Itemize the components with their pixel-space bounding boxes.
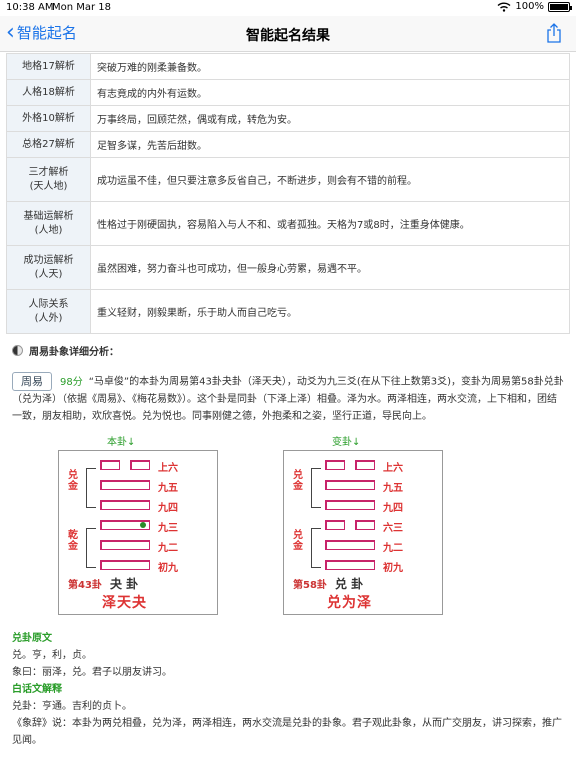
zhouyi-score: 98分 [60,376,83,388]
bian-lower-bracket [311,528,321,568]
bian-line-name: 六三 [383,523,403,534]
ben-line-name: 九四 [158,503,178,514]
bian-line-yang [325,560,375,570]
analysis-row: 人际关系 (人外) 重义轻财，刚毅果断，乐于助人而自己吃亏。 [6,289,570,334]
original-line-2: 象曰：丽泽，兑。君子以朋友讲习。 [12,667,172,678]
bian-full-name: 兑为泽 [327,595,372,611]
ben-gua-label: 本卦↓ [107,437,136,448]
original-line-4: 《象辞》说：本卦为两兑相叠，兑为泽，两泽相连，两水交流是兑卦的卦象。君子观此卦象… [12,718,562,746]
analysis-value: 突破万难的刚柔兼备数。 [90,53,570,80]
status-time: 10:38 AM [6,2,54,13]
ben-short-name: 夬 卦 [110,577,139,591]
analysis-key: 基础运解析 (人地) [6,201,91,246]
analysis-key: 总格27解析 [6,131,91,158]
analysis-value: 万事终局，回顾茫然，偶或有成，转危为安。 [90,105,570,132]
ben-number: 第43卦 [68,580,102,591]
analysis-key: 人格18解析 [6,79,91,106]
wifi-icon [497,2,511,12]
ben-moving-line-dot [140,522,146,528]
analysis-row: 总格27解析 足智多谋，先苦后甜数。 [6,131,570,158]
bian-line-yin-right [355,460,375,470]
bian-upper-trigram: 兑金 [293,470,303,492]
battery-icon [548,1,572,12]
bian-line-yang [325,500,375,510]
yinyang-icon [12,344,23,356]
analysis-value: 有志竟成的内外有运数。 [90,79,570,106]
ben-line-name: 九三 [158,523,178,534]
battery-percent: 100% [515,1,544,12]
ben-line-yang [100,540,150,550]
bian-line-yang [325,480,375,490]
bian-line-yin-left [325,520,345,530]
analysis-value: 重义轻财，刚毅果断，乐于助人而自己吃亏。 [90,289,570,334]
analysis-key: 地格17解析 [6,53,91,80]
zhouyi-tag-button[interactable]: 周易 [12,372,52,391]
bian-line-yang [325,540,375,550]
ben-line-name: 九五 [158,483,178,494]
share-icon[interactable] [546,23,562,43]
original-line-3: 兑卦：亨通。吉利的贞卜。 [12,701,132,712]
bian-number: 第58卦 [293,580,327,591]
ben-full-name: 泽天夬 [102,595,147,611]
vernacular-head: 白话文解释 [12,684,62,695]
analysis-row: 基础运解析 (人地) 性格过于刚硬固执，容易陷入与人不和、或者孤独。天格为7或8时… [6,201,570,246]
analysis-key: 人际关系 (人外) [6,289,91,334]
ben-line-name: 初九 [158,563,178,574]
ben-line-yin-right [130,460,150,470]
zhouyi-section-header: 周易卦象详细分析： [12,342,119,358]
bian-lower-trigram: 兑金 [293,530,303,552]
ben-lower-bracket [86,528,96,568]
ben-lower-trigram: 乾金 [68,530,78,552]
navigation-bar: ‹ 智能起名 智能起名结果 [0,16,576,52]
ben-upper-trigram: 兑金 [68,470,78,492]
analysis-value: 成功运虽不佳，但只要注意多反省自己，不断进步，则会有不错的前程。 [90,157,570,202]
analysis-value: 足智多谋，先苦后甜数。 [90,131,570,158]
analysis-value: 性格过于刚硬固执，容易陷入与人不和、或者孤独。天格为7或8时，注重身体健康。 [90,201,570,246]
bian-line-yin-left [325,460,345,470]
page-title: 智能起名结果 [246,28,330,44]
bian-gua-label: 变卦↓ [332,437,361,448]
status-date: Mon Mar 18 [52,2,112,13]
ben-line-yang [100,480,150,490]
analysis-key: 三才解析 (天人地) [6,157,91,202]
status-right: 100% [497,1,572,12]
original-text-block: 兑卦原文 兑。亨，利，贞。 象曰：丽泽，兑。君子以朋友讲习。 白话文解释 兑卦：… [12,630,564,749]
ben-line-name: 九二 [158,543,178,554]
analysis-row: 外格10解析 万事终局，回顾茫然，偶或有成，转危为安。 [6,105,570,132]
bian-upper-bracket [311,468,321,508]
status-bar: 10:38 AM Mon Mar 18 100% [0,0,576,16]
analysis-key: 外格10解析 [6,105,91,132]
bian-line-name: 九二 [383,543,403,554]
original-line-1: 兑。亨，利，贞。 [12,650,92,661]
analysis-table: 地格17解析 突破万难的刚柔兼备数。 人格18解析 有志竟成的内外有运数。 外格10解析… [6,53,570,334]
analysis-row: 人格18解析 有志竟成的内外有运数。 [6,79,570,106]
bian-line-name: 初九 [383,563,403,574]
analysis-row: 三才解析 (天人地) 成功运虽不佳，但只要注意多反省自己，不断进步，则会有不错的前… [6,157,570,202]
zhouyi-section-title: 周易卦象详细分析： [29,346,119,358]
ben-line-yin-left [100,460,120,470]
bian-short-name: 兑 卦 [335,577,364,591]
analysis-value: 虽然困难，努力奋斗也可成功，但一般身心劳累，易遇不平。 [90,245,570,290]
ben-line-yang [100,500,150,510]
ben-upper-bracket [86,468,96,508]
bian-line-name: 上六 [383,463,403,474]
zhouyi-analysis: 周易 98分 “马卓俊”的本卦为周易第43卦夬卦（泽天夬），动爻为九三爻(在从下往上… [12,372,564,425]
zhouyi-paragraph: “马卓俊”的本卦为周易第43卦夬卦（泽天夬），动爻为九三爻(在从下往上数第3爻)… [12,376,564,423]
ben-line-name: 上六 [158,463,178,474]
bian-line-yin-right [355,520,375,530]
ben-line-yang [100,560,150,570]
bian-line-name: 九五 [383,483,403,494]
original-head: 兑卦原文 [12,633,52,644]
analysis-key: 成功运解析 (人天) [6,245,91,290]
bian-line-name: 九四 [383,503,403,514]
analysis-row: 成功运解析 (人天) 虽然困难，努力奋斗也可成功，但一般身心劳累，易遇不平。 [6,245,570,290]
analysis-row: 地格17解析 突破万难的刚柔兼备数。 [6,53,570,80]
